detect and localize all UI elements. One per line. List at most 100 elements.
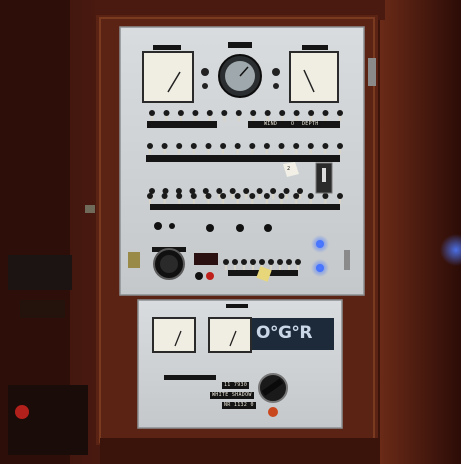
breaker-lever <box>280 199 283 204</box>
breaker-switch <box>232 259 238 265</box>
breaker-switch <box>268 259 274 265</box>
breaker-switch <box>161 193 168 199</box>
breaker-switch <box>322 143 329 149</box>
breaker-switch <box>277 259 283 265</box>
breaker-switch <box>234 143 241 149</box>
breaker-switch <box>161 143 168 149</box>
breaker-lever <box>208 116 211 121</box>
breaker-switch <box>293 110 300 116</box>
breaker-switch <box>249 193 256 199</box>
breaker-switch <box>190 143 197 149</box>
breaker-switch <box>163 110 170 116</box>
breaker-switch <box>216 188 223 194</box>
breaker-lever <box>151 116 153 121</box>
breaker-switch <box>250 110 257 116</box>
breaker-lever <box>309 199 312 204</box>
breaker-lever <box>234 265 236 270</box>
breaker-switch <box>270 188 277 194</box>
breaker-switch <box>221 110 228 116</box>
breaker-lever <box>218 194 221 199</box>
breaker-lever <box>178 199 181 204</box>
breaker-lever <box>299 194 301 199</box>
breaker-switch <box>337 110 343 116</box>
breaker-lever <box>265 199 268 204</box>
breaker-switch <box>176 143 183 149</box>
brand-logo: O°G°R <box>256 323 313 343</box>
breaker-switch <box>205 143 212 149</box>
plate-line-1: 11 7930 <box>222 382 250 389</box>
breaker-lever <box>279 265 281 270</box>
breaker-lever <box>324 149 327 154</box>
breaker-switch <box>278 143 285 149</box>
meter-left <box>142 51 194 103</box>
breaker-lever <box>288 265 290 270</box>
depth-label: DEPTH <box>300 121 321 128</box>
breaker-switch <box>279 110 286 116</box>
breaker-switch <box>322 110 329 116</box>
breaker-lever <box>165 116 168 121</box>
plate-line-3: NR 1132 0 <box>222 402 256 409</box>
meter-lower-right <box>208 317 252 353</box>
wind-label: WIND <box>262 121 280 128</box>
left-box <box>8 255 72 290</box>
breaker-switch <box>263 193 270 199</box>
breaker-switch <box>297 188 303 194</box>
breaker-lever <box>163 199 166 204</box>
breaker-lever <box>251 199 254 204</box>
breaker-lever <box>222 199 225 204</box>
breaker-switch <box>293 143 300 149</box>
right-wall <box>380 0 461 464</box>
breaker-lever <box>149 149 151 154</box>
breaker-lever <box>237 116 240 121</box>
breaker-lever <box>245 194 248 199</box>
breaker-switch <box>177 110 184 116</box>
breaker-switch <box>295 259 301 265</box>
breaker-switch <box>190 193 197 199</box>
breaker-lever <box>243 265 245 270</box>
breaker-switch <box>286 259 292 265</box>
breaker-lever <box>225 265 227 270</box>
breaker-lever <box>285 194 288 199</box>
door-latch <box>128 252 140 268</box>
breaker-lever <box>223 116 226 121</box>
breaker-lever <box>207 199 210 204</box>
breaker-lever <box>179 116 182 121</box>
breaker-lever <box>339 149 341 154</box>
breaker-switch <box>283 188 290 194</box>
meter-right <box>289 51 339 103</box>
breaker-lever <box>309 149 312 154</box>
plate-line-2: WHITE SHADOW <box>210 392 254 399</box>
breaker-lever <box>207 149 210 154</box>
zero-label: O <box>289 121 297 128</box>
breaker-lever <box>194 116 197 121</box>
breaker-lever <box>149 199 151 204</box>
breaker-lever <box>192 149 195 154</box>
breaker-switch <box>259 259 265 265</box>
breaker-switch <box>162 188 169 194</box>
breaker-switch <box>234 193 241 199</box>
breaker-lever <box>252 265 254 270</box>
breaker-switch <box>337 193 343 199</box>
breaker-lever <box>280 149 283 154</box>
breaker-switch <box>220 143 227 149</box>
breaker-switch <box>229 188 236 194</box>
breaker-switch <box>220 193 227 199</box>
breaker-switch <box>278 193 285 199</box>
breaker-lever <box>178 149 181 154</box>
breaker-switch <box>250 259 256 265</box>
breaker-lever <box>192 199 195 204</box>
breaker-switch <box>293 193 300 199</box>
breaker-lever <box>236 199 239 204</box>
red-button <box>206 272 214 280</box>
breaker-switch <box>147 193 153 199</box>
breaker-switch <box>263 143 270 149</box>
breaker-switch <box>192 110 199 116</box>
floor-cables <box>8 385 88 455</box>
breaker-lever <box>272 194 275 199</box>
breaker-lever <box>270 265 272 270</box>
breaker-switch <box>235 110 242 116</box>
breaker-lever <box>251 149 254 154</box>
meter-lower-left <box>152 317 196 353</box>
breaker-lever <box>222 149 225 154</box>
breaker-switch <box>307 143 314 149</box>
